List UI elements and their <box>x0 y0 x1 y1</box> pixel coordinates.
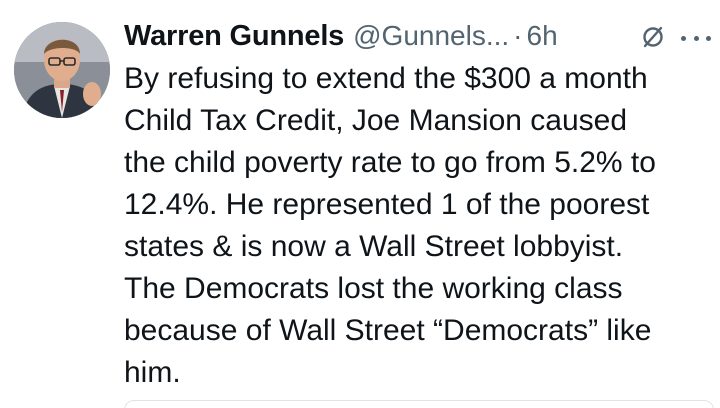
tweet-header: Warren Gunnels @Gunnels... · 6h <box>124 14 558 58</box>
tweet[interactable]: Warren Gunnels @Gunnels... · 6h By refus… <box>0 0 720 408</box>
author-display-name[interactable]: Warren Gunnels <box>124 20 344 53</box>
tweet-text: By refusing to extend the $300 a month C… <box>124 58 714 394</box>
more-dot-icon <box>681 35 686 41</box>
tweet-text-line: Child Tax Credit, Joe Mansion caused <box>124 104 628 137</box>
tweet-text-line: The Democrats lost the working class <box>124 272 623 305</box>
more-dot-icon <box>693 35 699 41</box>
avatar-photo-icon <box>14 22 110 118</box>
tweet-text-line: the child poverty rate to go from 5.2% t… <box>124 146 656 179</box>
tweet-text-line: By refusing to extend the $300 a month <box>124 62 648 95</box>
embedded-card-edge[interactable] <box>124 400 714 408</box>
header-separator: · <box>513 20 523 51</box>
more-dot-icon <box>706 35 711 41</box>
more-options-icon[interactable] <box>681 34 711 42</box>
tweet-text-line: states & is now a Wall Street lobbyist. <box>124 230 624 263</box>
tweet-text-line: 12.4%. He represented 1 of the poorest <box>124 188 650 221</box>
tweet-text-line: because of Wall Street “Democrats” like <box>124 314 652 347</box>
tweet-text-line: him. <box>124 356 181 389</box>
grok-slash-circle-icon <box>643 26 663 48</box>
author-handle[interactable]: @Gunnels... <box>353 20 509 52</box>
avatar[interactable] <box>14 22 110 118</box>
tweet-timestamp[interactable]: 6h <box>527 20 558 52</box>
grok-icon[interactable] <box>640 24 666 50</box>
